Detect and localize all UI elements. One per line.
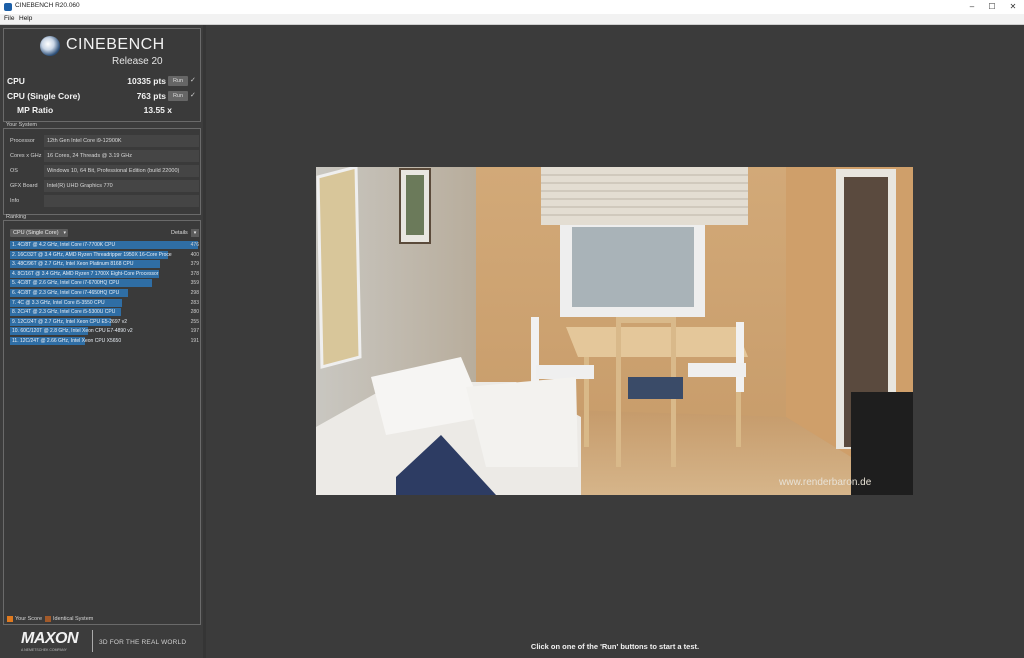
ranking-row-score: 359 [190,280,199,287]
maximize-button[interactable]: ☐ [983,1,1001,13]
left-panel: CINEBENCH Release 20 CPU 10335 pts Run ✓… [0,25,205,658]
ranking-panel: CPU (Single Core) ▾ Details ▾ 1. 4C/8T @… [3,220,201,625]
ranking-row[interactable]: 5. 4C/8T @ 2.6 GHz, Intel Core i7-6700HQ… [10,279,199,288]
release-label: Release 20 [112,56,163,67]
maxon-logo: MAXON [21,630,79,647]
ranking-row[interactable]: 11. 12C/24T @ 2.66 GHz, Intel Xeon CPU X… [10,337,199,345]
processor-label: Processor [10,138,35,144]
os-value: Windows 10, 64 Bit, Professional Edition… [47,167,180,174]
cpu-score-value: 10335 pts [127,76,166,86]
close-button[interactable]: ✕ [1004,1,1022,13]
cores-label: Cores x GHz [10,153,42,159]
os-label: OS [10,168,18,174]
details-label: Details [171,230,188,236]
info-field[interactable] [44,195,199,207]
window-title: CINEBENCH R20.060 [15,2,80,9]
app-icon [4,3,12,11]
menu-file[interactable]: File [4,15,14,22]
ranking-filter-value: CPU (Single Core) [13,229,59,236]
ranking-row[interactable]: 2. 16C/32T @ 3.4 GHz, AMD Ryzen Threadri… [10,250,199,259]
cpu-score-label: CPU [7,76,25,86]
single-core-score-label: CPU (Single Core) [7,91,81,101]
ranking-filter-dropdown[interactable]: CPU (Single Core) ▾ [10,229,68,237]
ranking-row-score: 379 [190,261,199,268]
your-score-legend: Your Score [15,616,43,622]
ranking-row-label: 11. 12C/24T @ 2.66 GHz, Intel Xeon CPU X… [12,338,122,344]
cpu-check-icon: ✓ [190,77,196,84]
identical-system-swatch [45,616,51,622]
gfx-label: GFX Board [10,183,38,189]
title-bar: CINEBENCH R20.060 – ☐ ✕ [0,0,1024,14]
footer-tagline: 3D FOR THE REAL WORLD [99,639,187,646]
ranking-row-label: 4. 8C/16T @ 3.4 GHz, AMD Ryzen 7 1700X E… [12,270,159,277]
gfx-field: Intel(R) UHD Graphics 770 [44,180,199,192]
single-core-score-value: 763 pts [136,91,166,101]
cores-field: 16 Cores, 24 Threads @ 3.19 GHz [44,150,199,162]
ranking-row-score: 191 [190,338,199,344]
ranking-row-score: 255 [190,318,199,325]
ranking-row-score: 400 [190,251,199,258]
ranking-row-score: 378 [190,270,199,277]
ranking-row-label: 10. 60C/120T @ 2.8 GHz, Intel Xeon CPU E… [12,328,133,335]
ranking-row[interactable]: 10. 60C/120T @ 2.8 GHz, Intel Xeon CPU E… [10,327,199,336]
cinebench-logo-icon [40,36,60,56]
brand-title: CINEBENCH [66,36,165,53]
chevron-down-icon: ▾ [63,230,66,236]
panel-splitter[interactable] [203,25,206,658]
system-panel: Processor 12th Gen Intel Core i9-12900K … [3,128,201,215]
ranking-row-label: 2. 16C/32T @ 3.4 GHz, AMD Ryzen Threadri… [12,251,172,258]
menu-help[interactable]: Help [19,15,32,22]
ranking-row[interactable]: 9. 12C/24T @ 2.7 GHz, Intel Xeon CPU E5-… [10,317,199,326]
render-watermark: www.renderbaron.de [778,477,872,488]
ranking-row[interactable]: 7. 4C @ 3.3 GHz, Intel Core i5-3550 CPU 2… [10,298,199,307]
processor-value: 12th Gen Intel Core i9-12900K [47,137,122,144]
render-viewport: www.renderbaron.de [316,167,913,495]
ranking-row-score: 197 [190,328,199,335]
ranking-row[interactable]: 6. 4C/8T @ 2.3 GHz, Intel Core i7-4650HQ… [10,289,199,297]
single-core-run-button[interactable]: Run [168,91,188,101]
status-message: Click on one of the 'Run' buttons to sta… [530,642,700,651]
footer-divider [92,630,93,652]
ranking-row-label: 8. 2C/4T @ 2.3 GHz, Intel Core i5-5300U … [12,309,116,316]
ranking-row[interactable]: 4. 8C/16T @ 3.4 GHz, AMD Ryzen 7 1700X E… [10,269,199,278]
ranking-row-label: 6. 4C/8T @ 2.3 GHz, Intel Core i7-4650HQ… [12,290,120,296]
minimize-button[interactable]: – [963,1,981,13]
ranking-row[interactable]: 1. 4C/8T @ 4.2 GHz, Intel Core i7-7700K … [10,241,199,249]
single-core-check-icon: ✓ [190,92,196,99]
ranking-row-score: 283 [190,299,199,306]
info-label: Info [10,198,20,204]
cores-value: 16 Cores, 24 Threads @ 3.19 GHz [47,152,132,159]
mp-ratio-label: MP Ratio [17,105,54,115]
ranking-row-label: 5. 4C/8T @ 2.6 GHz, Intel Core i7-6700HQ… [12,280,120,287]
ranking-row-label: 9. 12C/24T @ 2.7 GHz, Intel Xeon CPU E5-… [12,318,128,325]
os-field: Windows 10, 64 Bit, Professional Edition… [44,165,199,177]
ranking-row[interactable]: 3. 48C/96T @ 2.7 GHz, Intel Xeon Platinu… [10,260,199,269]
ranking-row-score: 298 [190,290,199,296]
mp-ratio-value: 13.55 x [143,105,172,115]
ranking-row[interactable]: 8. 2C/4T @ 2.3 GHz, Intel Core i5-5300U … [10,308,199,317]
ranking-row-score: 280 [190,309,199,316]
your-score-swatch [7,616,13,622]
menu-bar: File Help [0,14,1024,25]
ranking-row-label: 3. 48C/96T @ 2.7 GHz, Intel Xeon Platinu… [12,261,134,268]
ranking-row-label: 1. 4C/8T @ 4.2 GHz, Intel Core i7-7700K … [12,242,116,248]
ranking-row-score: 476 [190,242,199,248]
processor-field: 12th Gen Intel Core i9-12900K [44,135,199,147]
cpu-run-button[interactable]: Run [168,76,188,86]
scores-panel: CINEBENCH Release 20 CPU 10335 pts Run ✓… [3,28,201,122]
ranking-row-label: 7. 4C @ 3.3 GHz, Intel Core i5-3550 CPU [12,299,105,306]
details-toggle-button[interactable]: ▾ [191,229,199,237]
render-scene-image: www.renderbaron.de [316,167,913,495]
gfx-value: Intel(R) UHD Graphics 770 [47,182,113,189]
maxon-subtitle: A NEMETSCHEK COMPANY [21,648,67,652]
identical-system-legend: Identical System [53,616,94,622]
